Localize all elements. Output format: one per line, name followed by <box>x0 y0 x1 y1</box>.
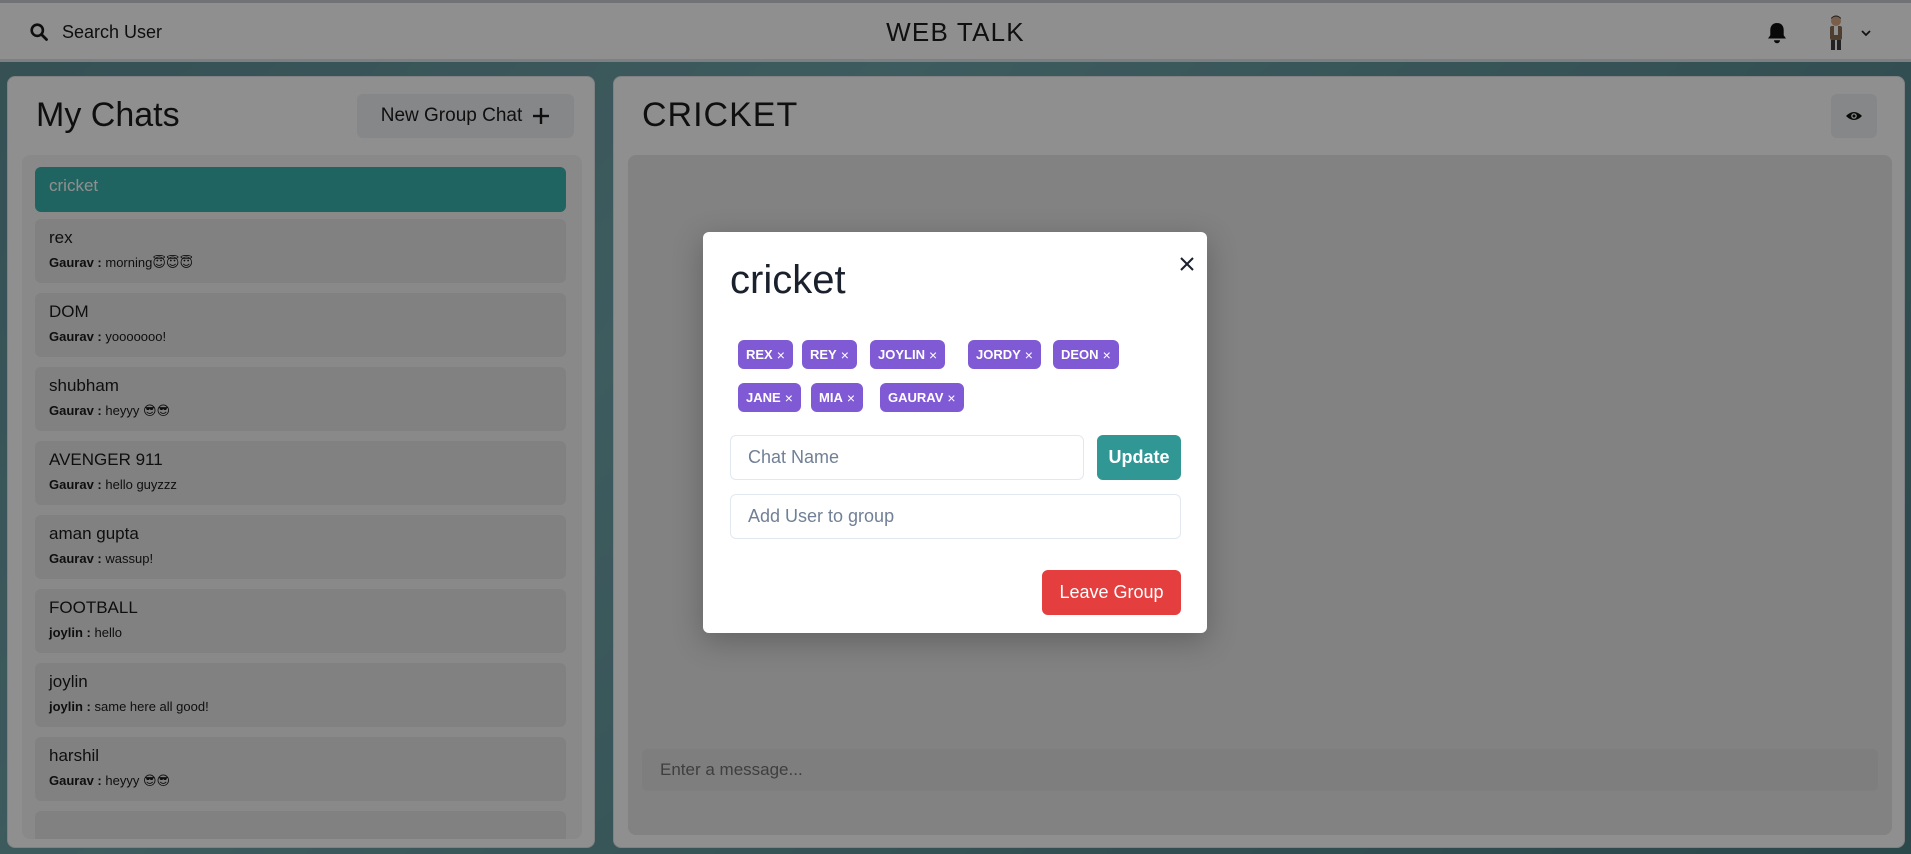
member-name: GAURAV <box>888 390 944 405</box>
close-icon <box>1180 257 1194 271</box>
member-badge-joylin[interactable]: JOYLIN × <box>870 340 946 369</box>
member-badge-jane[interactable]: JANE × <box>738 383 801 412</box>
member-badge-jordy[interactable]: JORDY × <box>968 340 1041 369</box>
member-badge-rey[interactable]: REY × <box>802 340 857 369</box>
chat-name-input[interactable] <box>730 435 1084 480</box>
member-badge-rex[interactable]: REX × <box>738 340 793 369</box>
remove-member-icon[interactable]: × <box>929 348 937 362</box>
remove-member-icon[interactable]: × <box>947 391 955 405</box>
member-name: JANE <box>746 390 781 405</box>
remove-member-icon[interactable]: × <box>847 391 855 405</box>
remove-member-icon[interactable]: × <box>1025 348 1033 362</box>
update-button[interactable]: Update <box>1097 435 1181 480</box>
member-badge-gaurav[interactable]: GAURAV × <box>880 383 964 412</box>
modal-title: cricket <box>730 258 846 302</box>
member-badge-mia[interactable]: MIA × <box>811 383 864 412</box>
leave-group-button[interactable]: Leave Group <box>1042 570 1181 615</box>
add-user-input[interactable] <box>730 494 1181 539</box>
member-badge-deon[interactable]: DEON × <box>1053 340 1119 369</box>
remove-member-icon[interactable]: × <box>785 391 793 405</box>
remove-member-icon[interactable]: × <box>777 348 785 362</box>
member-name: JORDY <box>976 347 1021 362</box>
member-name: REY <box>810 347 837 362</box>
remove-member-icon[interactable]: × <box>841 348 849 362</box>
member-name: REX <box>746 347 773 362</box>
close-button[interactable] <box>1171 248 1203 280</box>
member-name: MIA <box>819 390 843 405</box>
group-settings-modal: cricket REX × REY × JOYLIN × JORDY × DEO… <box>703 232 1207 633</box>
member-name: JOYLIN <box>878 347 925 362</box>
remove-member-icon[interactable]: × <box>1103 348 1111 362</box>
member-name: DEON <box>1061 347 1099 362</box>
